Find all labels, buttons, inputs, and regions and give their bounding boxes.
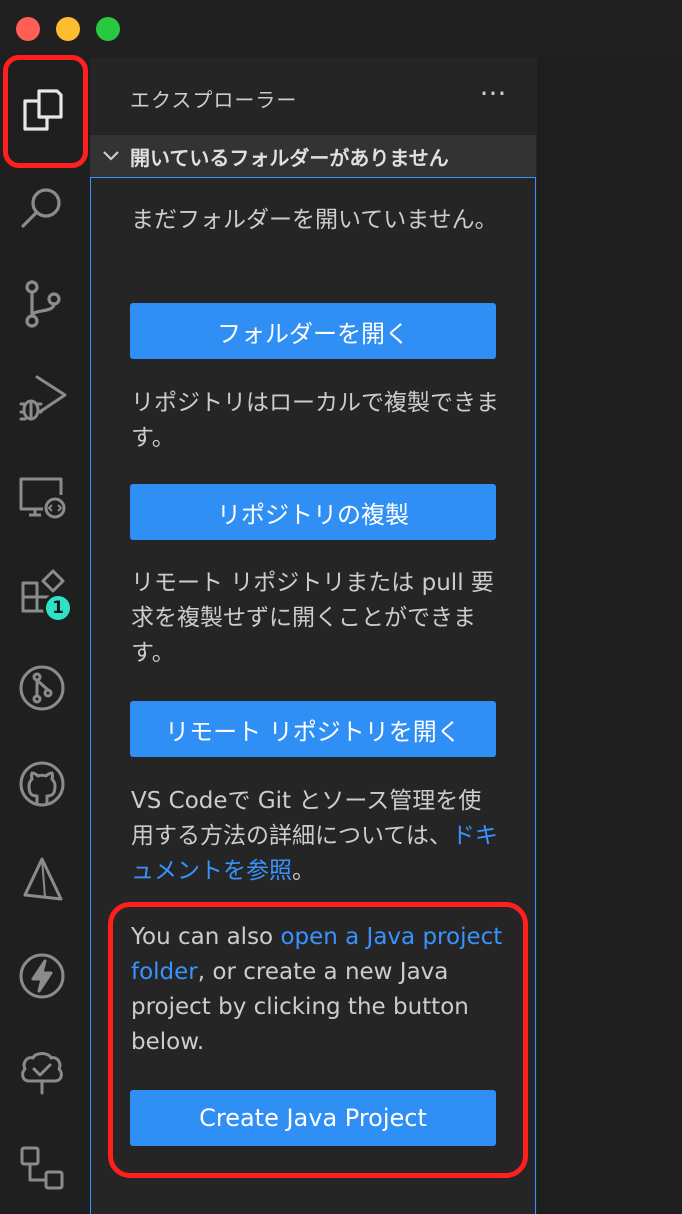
triangle-icon[interactable] [16,854,68,906]
open-remote-repository-button[interactable]: リモート リポジトリを開く [130,701,496,757]
search-icon[interactable] [16,182,68,234]
clone-text: リポジトリはローカルで複製できます。 [131,390,499,451]
java-text: You can also open a Java project folder,… [131,920,503,1060]
title-bar [0,0,682,58]
git-text-after: 。 [292,858,315,884]
section-title: 開いているフォルダーがありません [130,146,449,170]
remote-explorer-icon[interactable] [16,470,68,522]
more-actions-button[interactable]: ··· [476,80,510,114]
explorer-icon[interactable] [16,84,68,136]
diagram-icon[interactable] [16,1142,68,1194]
maximize-window-button[interactable] [96,17,120,41]
close-window-button[interactable] [16,17,40,41]
extensions-badge: 1 [43,593,73,623]
git-docs-text: VS Codeで Git とソース管理を使用する方法の詳細については、ドキュメン… [131,784,503,889]
github-icon[interactable] [16,758,68,810]
git-text-before: VS Codeで Git とソース管理を使用する方法の詳細については、 [131,788,482,849]
java-text-before: You can also [131,924,281,950]
editor-area [537,58,682,1214]
no-folder-text: まだフォルダーを開いていません。 [131,207,498,233]
sidebar-title: エクスプローラー [130,88,298,112]
pull-requests-icon[interactable] [16,662,68,714]
remote-text: リモート リポジトリまたは pull 要求を複製せずに開くことができます。 [131,570,494,666]
source-control-icon[interactable] [16,278,68,330]
minimize-window-button[interactable] [56,17,80,41]
chevron-down-icon[interactable] [100,145,122,167]
tree-check-icon[interactable] [16,1046,68,1098]
run-debug-icon[interactable] [16,372,68,424]
open-folder-button[interactable]: フォルダーを開く [130,303,496,359]
lightning-icon[interactable] [16,950,68,1002]
create-java-project-button[interactable]: Create Java Project [130,1090,496,1146]
clone-repository-button[interactable]: リポジトリの複製 [130,484,496,540]
